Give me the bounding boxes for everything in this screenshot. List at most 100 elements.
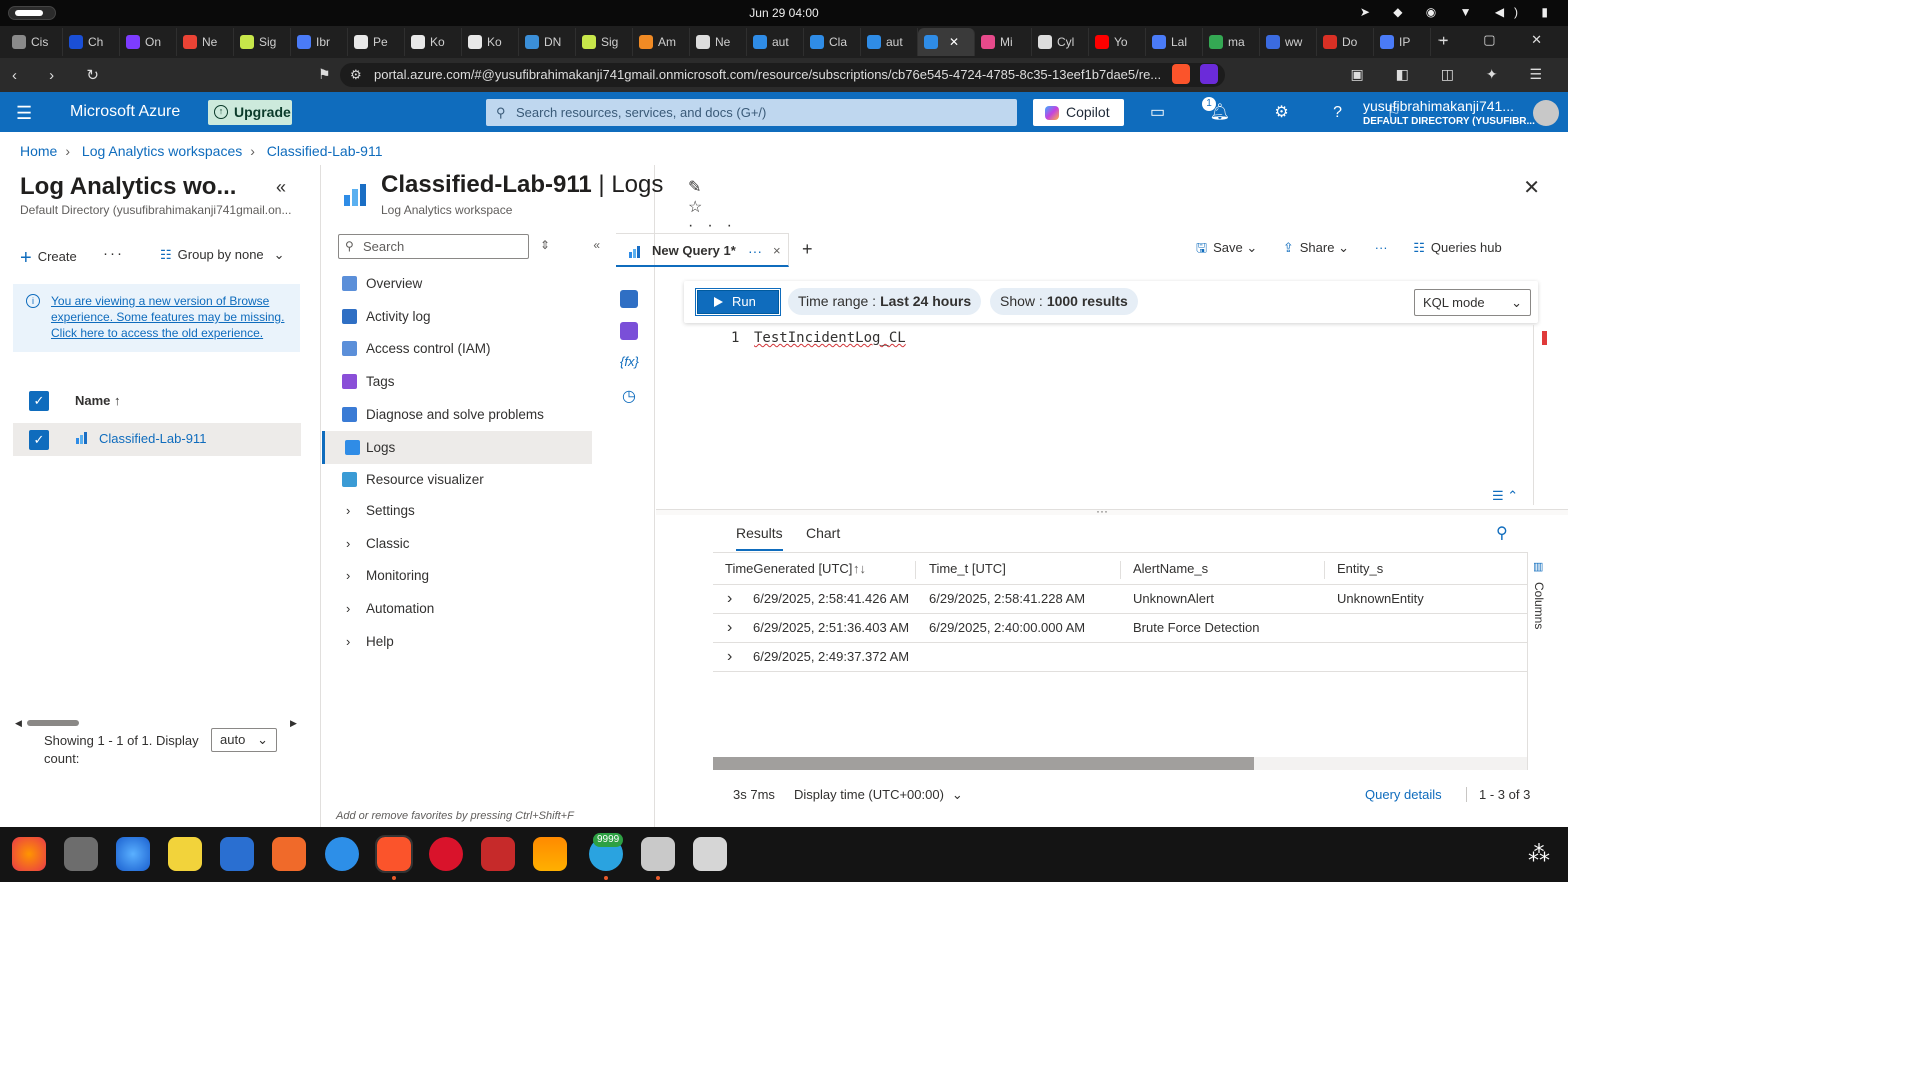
query-details-link[interactable]: Query details: [1365, 787, 1442, 802]
browser-tab[interactable]: Cyl: [1032, 28, 1089, 56]
menu-item-diagnose-and-solve-problems[interactable]: Diagnose and solve problems: [322, 398, 592, 431]
browser-tab[interactable]: Am: [633, 28, 690, 56]
browser-tab[interactable]: aut: [747, 28, 804, 56]
expand-row-icon[interactable]: ›: [727, 585, 732, 613]
add-query-tab-button[interactable]: +: [802, 239, 813, 260]
more-icon[interactable]: ···: [103, 245, 124, 262]
queries-hub-button[interactable]: ☷ Queries hub: [1413, 240, 1501, 256]
avatar[interactable]: [1533, 100, 1559, 126]
browser-tab[interactable]: Cla: [804, 28, 861, 56]
thunderbird-icon[interactable]: [116, 837, 150, 871]
browser-tab[interactable]: Sig: [234, 28, 291, 56]
share-button[interactable]: ⇪ Share ⌄: [1283, 240, 1349, 256]
browser-tab[interactable]: Pe: [348, 28, 405, 56]
menu-item-tags[interactable]: Tags: [322, 365, 592, 398]
burpsuite-icon[interactable]: [481, 837, 515, 871]
tab-more-icon[interactable]: ···: [748, 234, 762, 268]
portal-menu-icon[interactable]: ☰: [16, 103, 32, 124]
table-row[interactable]: › 6/29/2025, 2:58:41.426 AM 6/29/2025, 2:5…: [713, 585, 1527, 614]
display-time-dropdown[interactable]: Display time (UTC+00:00) ⌄: [794, 787, 963, 803]
tab-chart[interactable]: Chart: [806, 525, 840, 551]
column-header[interactable]: Time_t [UTC]: [929, 553, 1006, 585]
tab-results[interactable]: Results: [736, 525, 783, 551]
more-icon[interactable]: ···: [1375, 240, 1388, 255]
queries-icon[interactable]: [620, 322, 638, 340]
app-center-icon[interactable]: [272, 837, 306, 871]
site-settings-icon[interactable]: ⚙: [350, 63, 362, 87]
expand-row-icon[interactable]: ›: [727, 614, 732, 642]
menu-group-automation[interactable]: › Automation: [322, 592, 592, 625]
results-scrollbar[interactable]: [713, 757, 1527, 770]
firefox-icon[interactable]: [12, 837, 46, 871]
kql-mode-dropdown[interactable]: KQL mode ⌄: [1414, 289, 1531, 316]
menu-item-overview[interactable]: Overview: [322, 267, 592, 300]
tab-close-icon[interactable]: ✕: [949, 35, 959, 49]
menu-item-access-control-iam[interactable]: Access control (IAM): [322, 332, 592, 365]
bookmark-icon[interactable]: ⚑: [318, 66, 331, 83]
browser-tab[interactable]: Ibr: [291, 28, 348, 56]
browser-tab[interactable]: Ko: [405, 28, 462, 56]
browser-tab[interactable]: Ne: [690, 28, 747, 56]
browser-tab[interactable]: Sig: [576, 28, 633, 56]
name-column-header[interactable]: Name ↑: [75, 393, 121, 408]
collapse-icon[interactable]: «: [276, 177, 286, 198]
columns-panel-toggle[interactable]: ▥ Columns: [1527, 552, 1549, 770]
global-search-input[interactable]: ⚲ Search resources, services, and docs (G…: [486, 99, 1017, 126]
browser-tab[interactable]: ww: [1260, 28, 1317, 56]
run-button[interactable]: Run: [695, 288, 781, 316]
time-range-picker[interactable]: Time range : Last 24 hours: [788, 288, 982, 315]
writer-icon[interactable]: [220, 837, 254, 871]
query-text[interactable]: TestIncidentLog_CL: [754, 330, 906, 346]
sort-icon[interactable]: ↑↓: [853, 553, 866, 585]
brave-rewards-icon[interactable]: [1200, 64, 1218, 84]
browser-tab[interactable]: Mi: [975, 28, 1032, 56]
menu-search-input[interactable]: ⚲ Search: [338, 234, 529, 259]
browser-tab[interactable]: IP: [1374, 28, 1431, 56]
screenshot-icon[interactable]: [641, 837, 675, 871]
result-limit-picker[interactable]: Show :1000 results: [990, 288, 1138, 315]
browser-tab[interactable]: Lal: [1146, 28, 1203, 56]
azure-brand[interactable]: Microsoft Azure: [70, 103, 180, 121]
browser-actions[interactable]: ▣ ◧ ◫ ✦ ☰: [1350, 66, 1556, 83]
group-by-dropdown[interactable]: ☷ Group by none ⌄: [160, 247, 285, 263]
close-icon[interactable]: ✕: [1523, 175, 1540, 200]
display-count-select[interactable]: auto ⌄: [211, 728, 277, 752]
menu-group-monitoring[interactable]: › Monitoring: [322, 559, 592, 592]
history-icon[interactable]: ◷: [620, 386, 638, 405]
files-icon[interactable]: [64, 837, 98, 871]
scroll-left-icon[interactable]: ◀: [15, 718, 22, 729]
table-row[interactable]: › 6/29/2025, 2:51:36.403 AM 6/29/2025, 2:4…: [713, 614, 1527, 643]
menu-group-classic[interactable]: › Classic: [322, 527, 592, 560]
column-header[interactable]: AlertName_s: [1133, 553, 1208, 585]
breadcrumb-current[interactable]: Classified-Lab-911: [267, 143, 383, 159]
tab-new-query[interactable]: New Query 1* ··· ×: [616, 233, 789, 267]
menu-group-help[interactable]: › Help: [322, 625, 592, 658]
show-apps-icon[interactable]: ⁂: [1522, 837, 1556, 871]
functions-icon[interactable]: {fx}: [620, 354, 639, 372]
old-experience-link[interactable]: You are viewing a new version of Browse …: [51, 294, 284, 340]
table-row[interactable]: › 6/29/2025, 2:49:37.372 AM: [713, 643, 1527, 672]
menu-item-logs[interactable]: Logs: [322, 430, 592, 464]
breadcrumb-home[interactable]: Home: [20, 143, 57, 159]
column-header[interactable]: TimeGenerated [UTC]: [725, 553, 852, 585]
browser-tab[interactable]: Ch: [63, 28, 120, 56]
upgrade-button[interactable]: ↑ Upgrade: [208, 100, 292, 125]
save-button[interactable]: 🖫 Save ⌄: [1196, 239, 1257, 261]
expand-row-icon[interactable]: ›: [727, 643, 732, 671]
browser-tab[interactable]: Do: [1317, 28, 1374, 56]
rhythmbox-icon[interactable]: [168, 837, 202, 871]
clock[interactable]: Jun 29 04:00: [0, 6, 1568, 20]
tab-close-icon[interactable]: ×: [773, 234, 781, 268]
menu-group-settings[interactable]: › Settings: [322, 494, 592, 527]
trash-icon[interactable]: [693, 837, 727, 871]
menu-tools[interactable]: ⇕ «: [540, 238, 620, 252]
system-tray[interactable]: ➤ ◆ ◉ ▼ ◀) ▮: [1360, 5, 1558, 19]
browser-tab[interactable]: Yo: [1089, 28, 1146, 56]
nav-buttons[interactable]: ‹ › ↻: [12, 66, 113, 84]
editor-scrollbar[interactable]: [1533, 325, 1534, 505]
browser-tab[interactable]: On: [120, 28, 177, 56]
menu-item-resource-visualizer[interactable]: Resource visualizer: [322, 463, 592, 496]
browser-tab[interactable]: Ko: [462, 28, 519, 56]
workspace-name-link[interactable]: Classified-Lab-911: [99, 431, 206, 446]
account-info[interactable]: yusufibrahimakanji741... DEFAULT DIRECTO…: [1363, 99, 1535, 129]
